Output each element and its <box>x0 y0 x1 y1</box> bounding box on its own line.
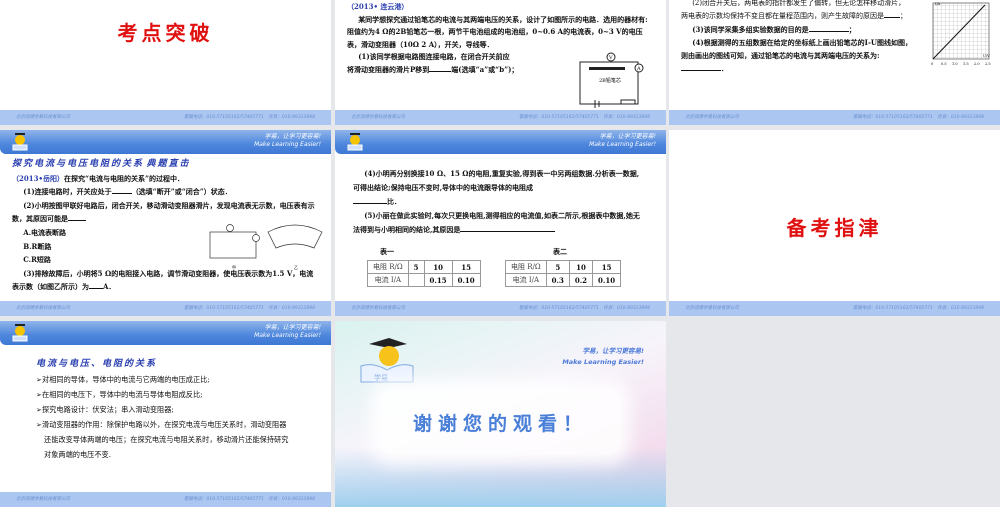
bullet-item: ➢在相同的电压下，导体中的电流与导体电阻成反比; <box>36 390 203 399</box>
slide-thumbnail-5[interactable]: 学易，让学习更容易! Make Learning Easier! (4)小明再分别… <box>335 130 666 316</box>
answer-blank <box>429 64 452 72</box>
slide-header: 学易，让学习更容易! Make Learning Easier! <box>335 130 666 154</box>
question-intro: 在探究“电流与电阻的关系”的过程中． <box>63 173 185 183</box>
slide-thumbnail-2[interactable]: （2013• 连云港） 某同学想探究通过铅笔芯的电流与其两端电压的关系，设计了如… <box>335 0 666 125</box>
slogan-cn: 学易，让学习更容易! <box>264 133 321 140</box>
mascot-logo-icon <box>12 133 28 151</box>
slogan-cn: 学易，让学习更容易! <box>264 324 321 331</box>
slide-footer: 北京润博学易科技有限公司 客服电话：010-57105162/57405771 传… <box>335 301 666 316</box>
slogan-en: Make Learning Easier! <box>589 141 656 148</box>
table-row: 电阻 R/Ω 5 10 15 <box>505 260 622 274</box>
answer-blank <box>89 281 103 290</box>
slogan-cn: 学易，让学习更容易! <box>599 133 656 140</box>
slide-title: 备考指津 <box>786 216 883 240</box>
bullet-item: ➢滑动变阻器的作用：除保护电路以外，在探究电流与电压关系时，滑动变阻器还能改变导… <box>36 420 289 459</box>
y-axis-label: I/A <box>935 2 941 6</box>
table-row: 电流 I/A 0.15 0.10 <box>367 273 481 287</box>
question-part: 将滑动变阻器的滑片P移到 <box>347 64 430 74</box>
question-part: ； <box>848 25 856 34</box>
slide-thumbnail-8[interactable]: 学易 学易，让学习更容易! Make Learning Easier! 谢谢您的… <box>335 321 666 507</box>
table-row: 电流 I/A 0.3 0.2 0.10 <box>505 273 622 287</box>
logo-text: 学易 <box>374 373 388 382</box>
slide-title: 考点突破 <box>117 21 214 45</box>
answer-blank <box>884 10 900 18</box>
bullet-item: ➢对相同的导体，导体中的电流与它两端的电压成正比; <box>36 375 210 384</box>
table-two: 表二 电阻 R/Ω 5 10 15 电流 I/A 0.3 0.2 0.10 <box>505 247 622 287</box>
answer-blank <box>460 224 556 232</box>
figure-label: 甲 <box>232 265 236 270</box>
answer-blank <box>808 24 849 32</box>
question-part: (4)根据测得的五组数据在给定的坐标纸上画出铅笔芯的I-U图线如图，则由画出的图… <box>681 38 912 60</box>
table-caption: 表二 <box>553 247 567 256</box>
slide-header: 学易，让学习更容易! Make Learning Easier! <box>0 321 331 345</box>
slide-footer: 北京润博学易科技有限公司 客服电话：010-57105162/57405771 传… <box>0 492 331 507</box>
question-part: (4)小明再分别换接10 Ω、15 Ω的电阻,重复实验,得到表一中另两组数据.分… <box>353 169 640 192</box>
question-source: （2013•岳阳） <box>12 173 64 183</box>
slogan-cn: 学易，让学习更容易! <box>582 347 644 355</box>
answer-blank <box>68 213 86 222</box>
question-part: (3)排除故障后，小明将5 Ω的电阻接入电路，调节滑动变阻器，使电压表示数为1.… <box>12 268 314 292</box>
question-part: A． <box>103 282 116 292</box>
section-tag: 典题直击 <box>146 159 191 169</box>
slogan-en: Make Learning Easier! <box>562 358 644 366</box>
mascot-logo-icon: 学易 <box>360 338 414 383</box>
question-text: 某同学想探究通过铅笔芯的电流与其两端电压的关系，设计了如图所示的电路．选用的器材… <box>347 14 648 49</box>
question-part: ． <box>721 64 728 73</box>
slide-thumbnail-1[interactable]: 考点突破 北京润博学易科技有限公司 客服电话：010-57105162/57405… <box>0 0 331 125</box>
section-title: 探究电流与电压电阻的关系 <box>12 159 145 169</box>
x-tick: 2.0 <box>974 62 980 66</box>
empty-slot <box>669 321 1000 503</box>
slide-thumbnail-4[interactable]: 学易，让学习更容易! Make Learning Easier! 探究电流与电压电… <box>0 130 331 316</box>
question-part: （选填“断开”或“闭合”）状态． <box>131 187 232 197</box>
answer-blank <box>111 186 132 195</box>
slogan-en: Make Learning Easier! <box>254 141 321 148</box>
x-tick: 1.5 <box>963 62 969 66</box>
mascot-logo-icon <box>12 324 28 342</box>
slogan-en: Make Learning Easier! <box>254 332 321 339</box>
x-tick: 0 <box>931 62 933 66</box>
figure-label: 乙 <box>294 264 298 270</box>
question-part: (2)小明按图甲联好电路后，闭合开关，移动滑动变阻器滑片，发现电流表无示数，电压… <box>12 200 315 224</box>
answer-blank <box>681 63 721 71</box>
table-one: 表一 电阻 R/Ω 5 10 15 电流 I/A 0.15 0.10 <box>367 247 481 287</box>
figure-label: 2B铅笔芯 <box>599 77 621 84</box>
mascot-logo-icon <box>347 133 363 151</box>
circuit-diagram: V A 2B铅笔芯 <box>579 52 644 108</box>
question-part: (1)连接电路时，开关应处于 <box>23 187 112 197</box>
svg-text:A: A <box>636 66 641 72</box>
slide-footer: 北京润博学易科技有限公司 客服电话：010-57105162/57405771 传… <box>0 301 331 316</box>
iu-graph: I/A U/V 0 0.5 1.0 1.5 2.0 2.5 <box>931 2 991 66</box>
x-tick: 1.0 <box>952 62 958 66</box>
slide-thumbnail-3[interactable]: (2)闭合开关后，两电表的指针都发生了偏转，但无论怎样移动滑片，两电表的示数均保… <box>669 0 1000 125</box>
question-part: ； <box>900 12 907 20</box>
slide-thumbnail-7[interactable]: 学易，让学习更容易! Make Learning Easier! 电流与电压、电阻… <box>0 321 331 507</box>
slide-footer: 北京润博学易科技有限公司 客服电话：010-57105162/57405771 传… <box>669 301 1000 316</box>
section-title: 电流与电压、电阻的关系 <box>36 359 158 369</box>
x-tick: 0.5 <box>941 62 947 66</box>
question-part: (2)闭合开关后，两电表的指针都发生了偏转，但无论怎样移动滑片，两电表的示数均保… <box>681 0 906 20</box>
circuit-and-ammeter-figure: 甲 乙 <box>209 224 323 270</box>
slide-thumbnail-6[interactable]: 备考指津 北京润博学易科技有限公司 客服电话：010-57105162/57405… <box>669 130 1000 316</box>
question-part: (3)该同学采集多组实验数据的目的是 <box>692 25 809 34</box>
table-row: 电阻 R/Ω 5 10 15 <box>367 260 481 274</box>
bullet-item: ➢探究电路设计：伏安法；串入滑动变阻器; <box>36 405 174 414</box>
thank-you-title: 谢谢您的观看！ <box>412 413 588 435</box>
question-part: 端(选填“a”或“b”)； <box>451 64 519 74</box>
slide-footer: 北京润博学易科技有限公司 客服电话：010-57105162/57405771 传… <box>0 110 331 125</box>
slide-footer: 北京润博学易科技有限公司 客服电话：010-57105162/57405771 传… <box>335 110 666 125</box>
x-tick: 2.5 <box>985 62 991 66</box>
question-source: （2013• 连云港） <box>347 2 409 11</box>
svg-text:V: V <box>608 55 613 61</box>
table-caption: 表一 <box>380 247 394 256</box>
answer-blank <box>353 196 387 204</box>
slide-header: 学易，让学习更容易! Make Learning Easier! <box>0 130 331 154</box>
question-part: 比． <box>387 197 401 206</box>
x-axis-label: U/V <box>983 54 990 58</box>
slide-footer: 北京润博学易科技有限公司 客服电话：010-57105162/57405771 传… <box>669 110 1000 125</box>
